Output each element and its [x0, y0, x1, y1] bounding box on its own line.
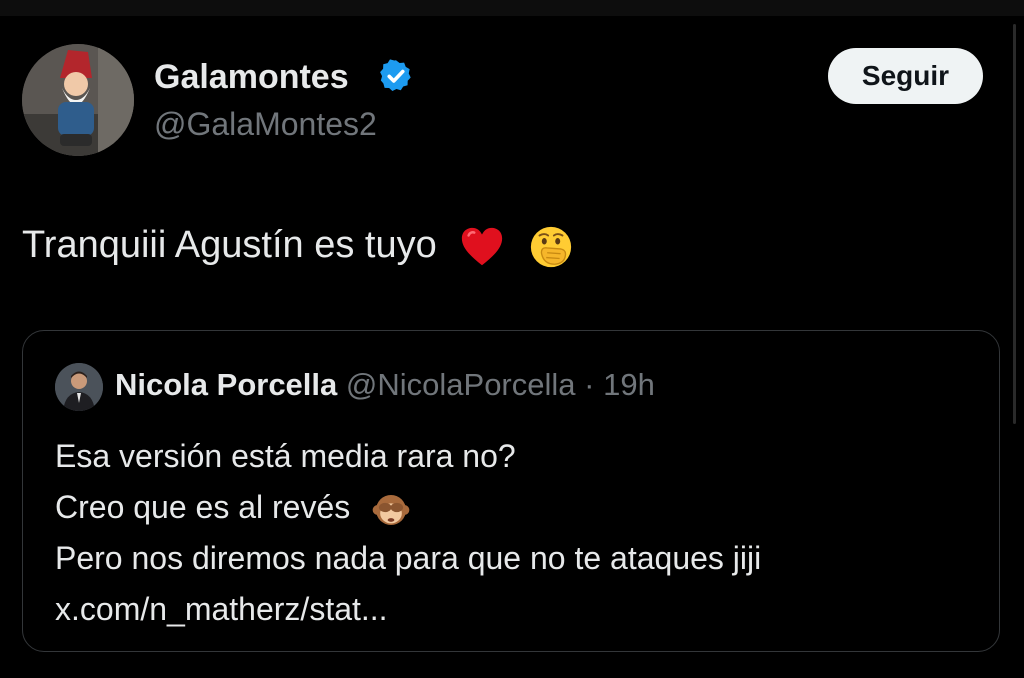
face-with-hand-over-mouth-emoji: [530, 226, 571, 268]
quoted-timestamp[interactable]: 19h: [603, 367, 655, 402]
quoted-link[interactable]: x.com/n_matherz/stat...: [55, 584, 761, 635]
verified-badge-icon[interactable]: [378, 58, 414, 94]
author-avatar[interactable]: [22, 44, 134, 156]
quoted-tweet-card[interactable]: Nicola Porcella @NicolaPorcella · 19h Es…: [22, 330, 1000, 652]
person-avatar-image: [55, 363, 103, 411]
red-heart-emoji: [462, 227, 503, 266]
scrollbar[interactable]: [1013, 24, 1016, 424]
quoted-author-avatar[interactable]: [55, 363, 103, 411]
quoted-text-line: Pero nos diremos nada para que no te ata…: [55, 540, 762, 576]
quoted-tweet-header: Nicola Porcella @NicolaPorcella · 19h: [115, 367, 655, 403]
see-no-evil-monkey-emoji: [372, 494, 410, 525]
quoted-text-line-content: Creo que es al revés: [55, 489, 351, 525]
gnome-avatar-image: [22, 44, 134, 156]
quoted-text-line: Esa versión está media rara no?: [55, 438, 516, 474]
author-handle[interactable]: @GalaMontes2: [154, 106, 377, 143]
quoted-author-handle[interactable]: @NicolaPorcella: [346, 367, 576, 402]
tweet-text: Tranquiii Agustín es tuyo: [22, 224, 574, 270]
quoted-tweet-text: Esa versión está media rara no? Creo que…: [55, 431, 761, 635]
quoted-author-name[interactable]: Nicola Porcella: [115, 367, 337, 402]
tweet-text-content: Tranquiii Agustín es tuyo: [22, 224, 437, 267]
follow-button[interactable]: Seguir: [828, 48, 983, 104]
author-name[interactable]: Galamontes: [154, 58, 349, 97]
top-status-band: [0, 0, 1024, 16]
quoted-text-line: Creo que es al revés: [55, 482, 761, 533]
header-separator: ·: [584, 367, 595, 402]
